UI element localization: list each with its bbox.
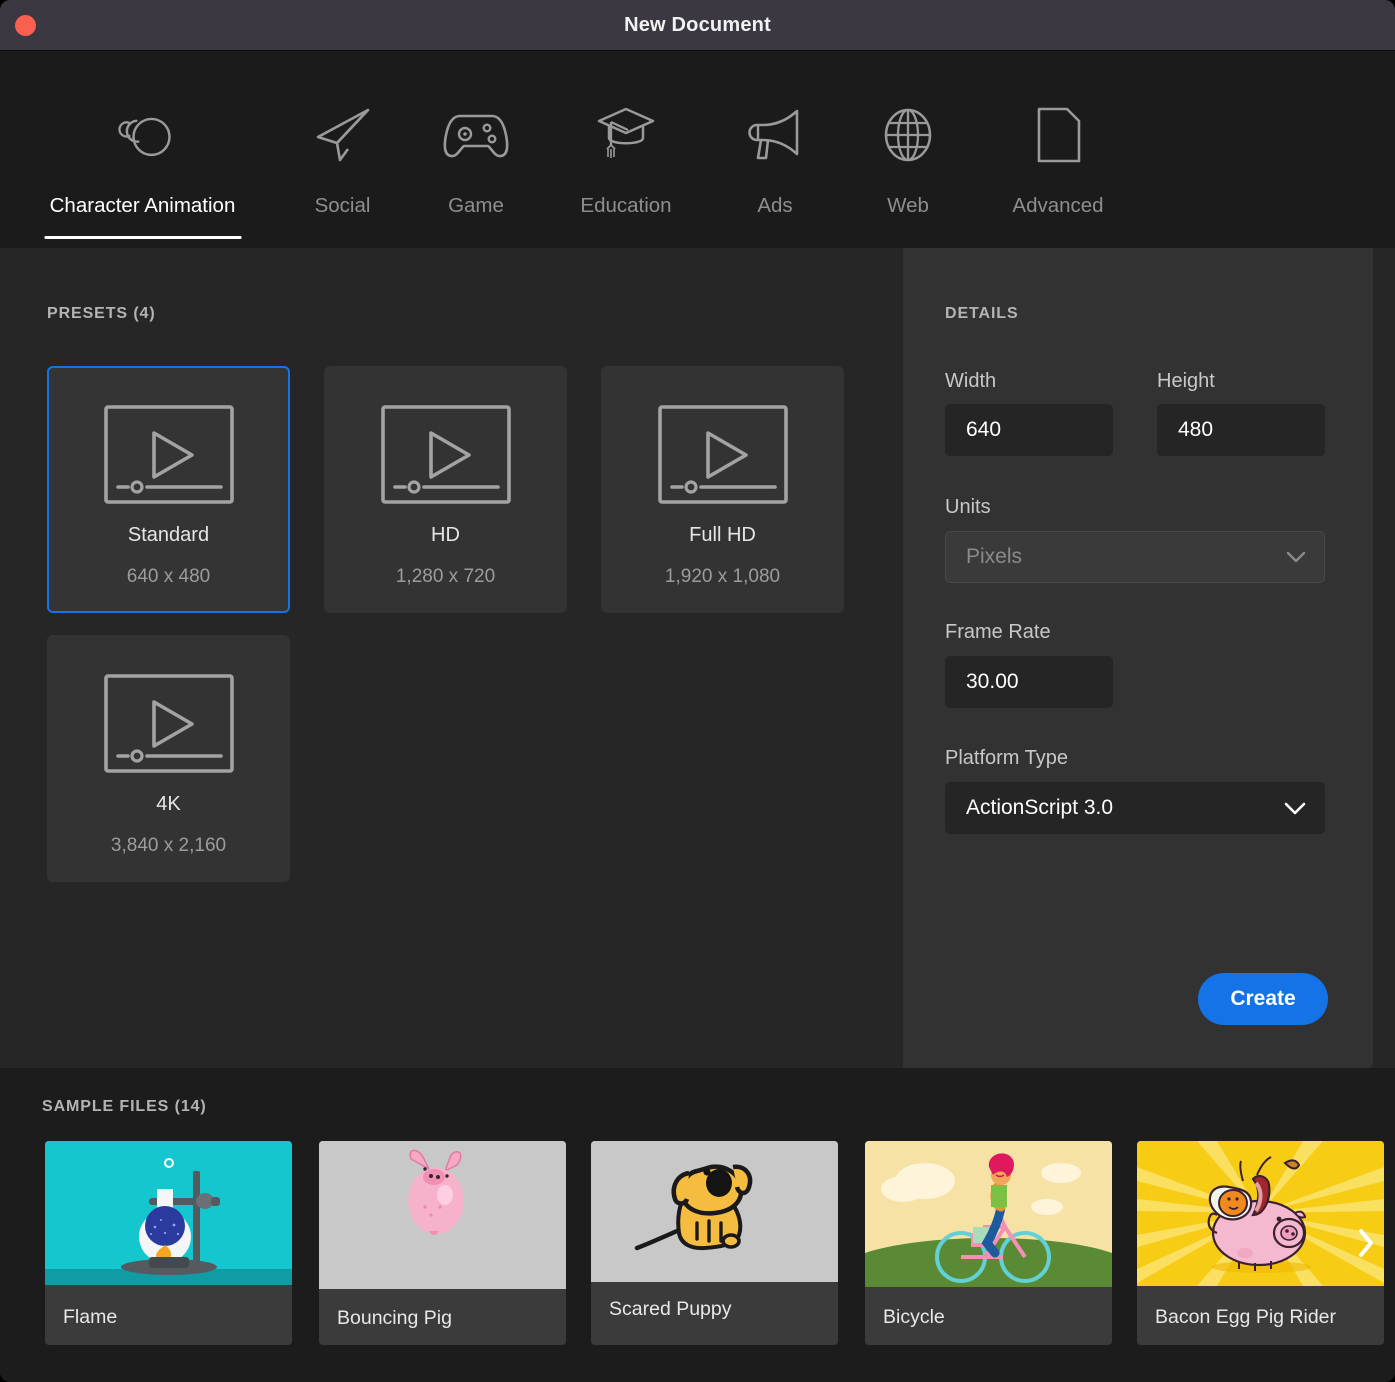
height-input[interactable] — [1157, 404, 1325, 456]
preset-name: HD — [431, 524, 460, 546]
new-document-dialog: New Document Character Animation Social … — [0, 0, 1395, 1382]
gamepad-icon — [441, 104, 511, 166]
preset-name: Full HD — [689, 524, 756, 546]
tab-game[interactable]: Game — [438, 52, 514, 248]
megaphone-icon — [740, 104, 810, 166]
sample-label: Bicycle — [883, 1306, 945, 1328]
tab-label: Education — [580, 194, 672, 217]
globe-icon — [873, 104, 943, 166]
title-bar: New Document — [0, 0, 1395, 51]
tab-label: Social — [314, 194, 371, 217]
video-preset-icon — [103, 405, 234, 509]
tab-label: Web — [887, 194, 929, 217]
tab-education[interactable]: Education — [563, 52, 689, 248]
platform-type-value: ActionScript 3.0 — [966, 796, 1114, 819]
sample-thumbnail — [319, 1141, 566, 1289]
document-page-icon — [1023, 104, 1093, 166]
tab-label: Ads — [757, 194, 793, 217]
units-dropdown: Pixels — [945, 531, 1325, 583]
height-label: Height — [1157, 370, 1215, 392]
chevron-down-icon — [1286, 551, 1306, 563]
presets-heading: PRESETS (4) — [47, 305, 156, 322]
details-heading: DETAILS — [945, 305, 1019, 322]
tab-advanced[interactable]: Advanced — [994, 52, 1122, 248]
width-input[interactable] — [945, 404, 1113, 456]
active-tab-underline — [44, 236, 241, 239]
chevron-down-icon — [1284, 802, 1306, 815]
sample-thumbnail — [865, 1141, 1112, 1287]
character-animation-icon — [108, 104, 178, 166]
chevron-right-icon[interactable] — [1349, 1221, 1383, 1265]
platform-type-label: Platform Type — [945, 747, 1069, 769]
preset-card-standard[interactable]: Standard 640 x 480 — [47, 366, 290, 613]
preset-name: Standard — [127, 524, 210, 546]
video-preset-icon — [380, 405, 511, 509]
sample-thumbnail — [45, 1141, 292, 1285]
sample-label: Scared Puppy — [609, 1298, 732, 1320]
units-label: Units — [945, 496, 991, 518]
frame-rate-input[interactable] — [945, 656, 1113, 708]
sample-label: Bouncing Pig — [337, 1307, 452, 1329]
preset-dimensions: 3,840 x 2,160 — [110, 835, 227, 856]
sample-thumbnail — [1137, 1141, 1384, 1286]
units-value: Pixels — [966, 545, 1023, 568]
video-preset-icon — [103, 674, 234, 778]
preset-card-4k[interactable]: 4K 3,840 x 2,160 — [47, 635, 290, 882]
tab-label: Game — [448, 194, 504, 217]
sample-thumbnail — [591, 1141, 838, 1282]
sample-label: Bacon Egg Pig Rider — [1155, 1306, 1337, 1328]
window-title: New Document — [624, 14, 771, 36]
preset-dimensions: 1,280 x 720 — [395, 566, 496, 587]
preset-name: 4K — [156, 793, 181, 815]
sample-label: Flame — [63, 1306, 118, 1328]
preset-dimensions: 1,920 x 1,080 — [664, 566, 781, 587]
create-button[interactable]: Create — [1198, 973, 1328, 1025]
sample-files-heading: SAMPLE FILES (14) — [42, 1098, 207, 1115]
graduation-cap-icon — [591, 104, 661, 166]
preset-card-full-hd[interactable]: Full HD 1,920 x 1,080 — [601, 366, 844, 613]
video-preset-icon — [657, 405, 788, 509]
platform-type-dropdown[interactable]: ActionScript 3.0 — [945, 782, 1325, 834]
tab-label: Character Animation — [49, 194, 236, 217]
tab-web[interactable]: Web — [871, 52, 945, 248]
tab-label: Advanced — [1012, 194, 1104, 217]
tab-character-animation[interactable]: Character Animation — [44, 52, 241, 248]
width-label: Width — [945, 370, 997, 392]
tab-social[interactable]: Social — [296, 52, 389, 248]
tab-ads[interactable]: Ads — [744, 52, 806, 248]
paper-plane-icon — [308, 104, 378, 166]
preset-card-hd[interactable]: HD 1,280 x 720 — [324, 366, 567, 613]
frame-rate-label: Frame Rate — [945, 621, 1051, 643]
preset-dimensions: 640 x 480 — [126, 566, 211, 587]
category-tabs: Character Animation Social Game Educatio… — [0, 52, 1395, 248]
